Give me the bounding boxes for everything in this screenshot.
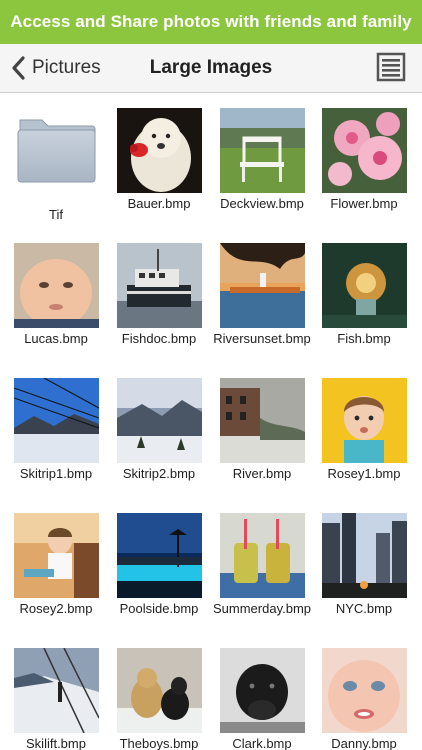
image-item[interactable]: Summerday.bmp	[210, 513, 314, 616]
image-item[interactable]: Rosey2.bmp	[4, 513, 108, 616]
folder-item[interactable]: Tif	[4, 108, 108, 222]
item-caption: Riversunset.bmp	[213, 331, 311, 346]
item-caption: Rosey2.bmp	[19, 601, 93, 616]
chevron-left-icon	[12, 56, 25, 80]
item-caption: Skitrip2.bmp	[122, 466, 196, 481]
item-caption: NYC.bmp	[335, 601, 393, 616]
photo-thumbnail-image	[321, 243, 407, 328]
image-thumbnail	[321, 378, 407, 463]
item-caption: Rosey1.bmp	[327, 466, 401, 481]
image-item[interactable]: Flower.bmp	[312, 108, 416, 211]
item-caption: Flower.bmp	[330, 196, 398, 211]
item-caption: Skitrip1.bmp	[19, 466, 93, 481]
image-thumbnail	[321, 243, 407, 328]
image-item[interactable]: Clark.bmp	[210, 648, 314, 750]
photo-thumbnail-image	[219, 243, 305, 328]
item-caption: Lucas.bmp	[24, 331, 88, 346]
image-thumbnail	[321, 513, 407, 598]
photo-thumbnail-image	[219, 513, 305, 598]
item-caption: Bauer.bmp	[127, 196, 191, 211]
image-item[interactable]: Skilift.bmp	[4, 648, 108, 750]
list-menu-button[interactable]	[376, 52, 406, 82]
photo-thumbnail-image	[13, 648, 99, 733]
photo-thumbnail-image	[13, 513, 99, 598]
image-thumbnail	[13, 378, 99, 463]
item-caption: Deckview.bmp	[220, 196, 304, 211]
photo-thumbnail-image	[116, 513, 202, 598]
photo-thumbnail-image	[13, 243, 99, 328]
image-item[interactable]: Lucas.bmp	[4, 243, 108, 346]
image-thumbnail	[13, 648, 99, 733]
image-item[interactable]: Skitrip1.bmp	[4, 378, 108, 481]
photo-thumbnail-image	[219, 648, 305, 733]
image-thumbnail	[116, 378, 202, 463]
image-thumbnail	[13, 513, 99, 598]
item-caption: Skilift.bmp	[26, 736, 86, 750]
back-button[interactable]: Pictures	[8, 44, 101, 92]
photo-thumbnail-image	[116, 378, 202, 463]
photo-thumbnail-image	[321, 108, 407, 193]
photo-thumbnail-image	[219, 108, 305, 193]
photo-thumbnail-image	[116, 648, 202, 733]
navigation-bar: Pictures Large Images	[0, 44, 422, 93]
image-item[interactable]: River.bmp	[210, 378, 314, 481]
back-button-label: Pictures	[32, 57, 101, 78]
item-caption: Clark.bmp	[232, 736, 292, 750]
image-item[interactable]: Riversunset.bmp	[210, 243, 314, 346]
image-thumbnail	[116, 108, 202, 193]
item-caption: River.bmp	[232, 466, 292, 481]
photo-thumbnail-image	[321, 513, 407, 598]
image-item[interactable]: Rosey1.bmp	[312, 378, 416, 481]
image-item[interactable]: Theboys.bmp	[107, 648, 211, 750]
image-thumbnail	[219, 648, 305, 733]
image-item[interactable]: Poolside.bmp	[107, 513, 211, 616]
image-thumbnail	[116, 243, 202, 328]
promo-banner-text: Access and Share photos with friends and…	[10, 12, 412, 31]
image-thumbnail	[321, 648, 407, 733]
image-item[interactable]: Deckview.bmp	[210, 108, 314, 211]
image-thumbnail	[13, 243, 99, 328]
photo-thumbnail-image	[13, 378, 99, 463]
photo-thumbnail-image	[321, 648, 407, 733]
image-thumbnail	[116, 513, 202, 598]
item-caption: Fishdoc.bmp	[121, 331, 197, 346]
image-thumbnail	[321, 108, 407, 193]
item-caption: Danny.bmp	[331, 736, 397, 750]
item-caption: Poolside.bmp	[119, 601, 199, 616]
item-caption: Tif	[49, 207, 63, 222]
item-caption: Theboys.bmp	[119, 736, 199, 750]
promo-banner[interactable]: Access and Share photos with friends and…	[0, 0, 422, 44]
image-thumbnail	[219, 243, 305, 328]
file-grid: Tif Bauer.bmp Deckview.bmp Flower.bmp Lu…	[0, 92, 422, 750]
folder-thumbnail	[14, 108, 99, 193]
image-thumbnail	[219, 378, 305, 463]
image-item[interactable]: Fishdoc.bmp	[107, 243, 211, 346]
photo-thumbnail-image	[219, 378, 305, 463]
image-item[interactable]: Bauer.bmp	[107, 108, 211, 211]
photo-thumbnail-image	[116, 243, 202, 328]
folder-icon	[17, 119, 95, 183]
image-thumbnail	[219, 513, 305, 598]
photo-thumbnail-image	[116, 108, 202, 193]
list-menu-icon	[376, 52, 406, 82]
image-thumbnail	[219, 108, 305, 193]
image-item[interactable]: Skitrip2.bmp	[107, 378, 211, 481]
image-thumbnail	[116, 648, 202, 733]
item-caption: Fish.bmp	[337, 331, 391, 346]
image-item[interactable]: Fish.bmp	[312, 243, 416, 346]
photo-thumbnail-image	[321, 378, 407, 463]
image-item[interactable]: Danny.bmp	[312, 648, 416, 750]
image-item[interactable]: NYC.bmp	[312, 513, 416, 616]
item-caption: Summerday.bmp	[212, 601, 311, 616]
